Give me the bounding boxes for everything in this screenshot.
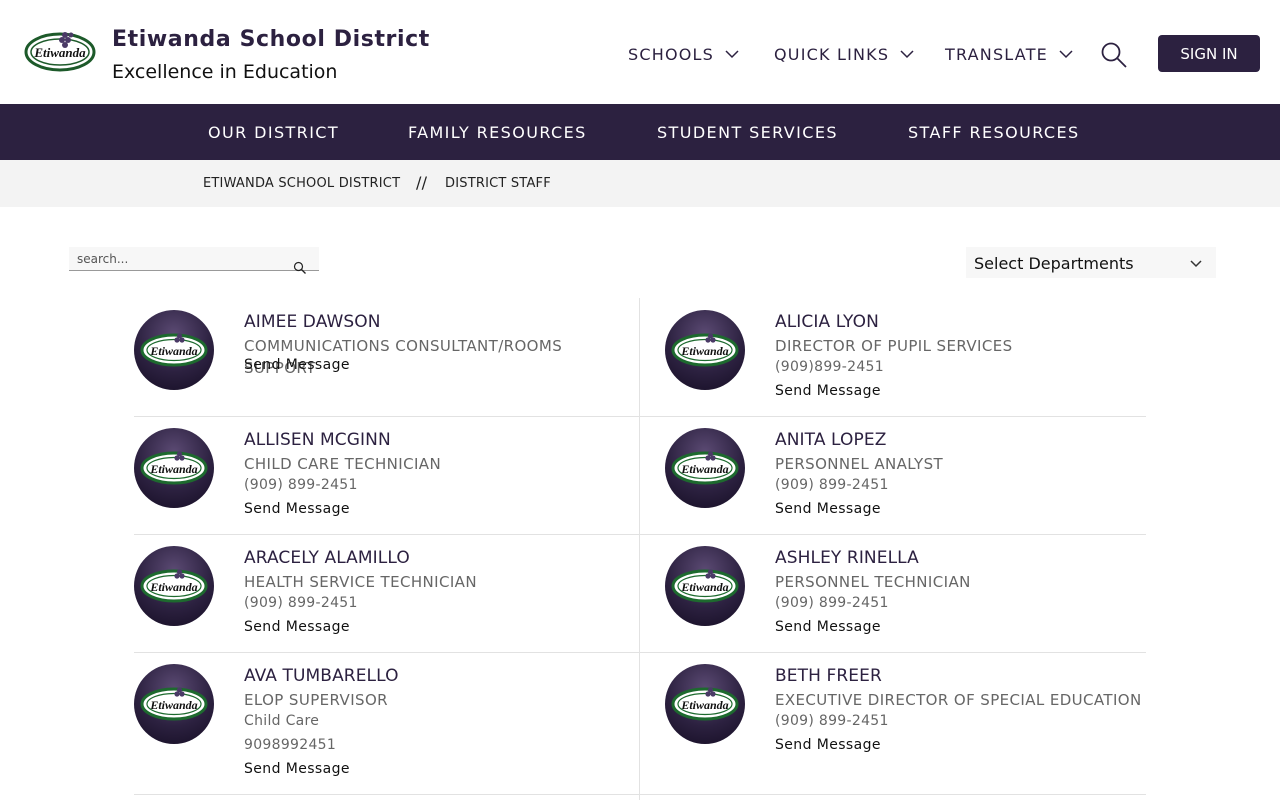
send-message-link[interactable]: Send Message xyxy=(775,737,881,753)
staff-title: EXECUTIVE DIRECTOR OF SPECIAL EDUCATION xyxy=(775,691,1142,709)
main-nav-student-services[interactable]: STUDENT SERVICES xyxy=(657,123,838,142)
svg-text:Etiwanda: Etiwanda xyxy=(149,344,197,358)
chevron-down-icon xyxy=(725,50,739,59)
breadcrumb: ETIWANDA SCHOOL DISTRICT // DISTRICT STA… xyxy=(0,160,1280,207)
staff-name[interactable]: ASHLEY RINELLA xyxy=(775,548,919,568)
main-nav-our-district[interactable]: OUR DISTRICT xyxy=(208,123,339,142)
chevron-down-icon xyxy=(900,50,914,59)
avatar: Etiwanda xyxy=(665,428,745,508)
district-logo-icon: Etiwanda xyxy=(671,333,739,367)
staff-search-input[interactable] xyxy=(77,250,287,268)
staff-search xyxy=(69,247,319,274)
column-divider xyxy=(639,298,640,800)
nav-translate[interactable]: TRANSLATE xyxy=(945,42,1074,66)
logo-text: Etiwanda xyxy=(33,45,86,60)
avatar: Etiwanda xyxy=(134,310,214,390)
avatar: Etiwanda xyxy=(665,310,745,390)
svg-text:Etiwanda: Etiwanda xyxy=(680,580,728,594)
send-message-link[interactable]: Send Message xyxy=(244,619,350,635)
sign-in-button[interactable]: SIGN IN xyxy=(1158,35,1260,72)
staff-name[interactable]: ALLISEN MCGINN xyxy=(244,430,391,450)
main-nav-family-resources[interactable]: FAMILY RESOURCES xyxy=(408,123,587,142)
staff-name[interactable]: BETH FREER xyxy=(775,666,882,686)
staff-title: ELOP SUPERVISOR xyxy=(244,691,388,709)
nav-translate-label: TRANSLATE xyxy=(945,44,1048,64)
department-select-label: Select Departments xyxy=(974,254,1134,273)
avatar: Etiwanda xyxy=(134,428,214,508)
breadcrumb-separator: // xyxy=(416,173,428,192)
district-logo-icon: Etiwanda xyxy=(140,451,208,485)
staff-phone: 9098992451 xyxy=(244,737,337,753)
staff-phone: (909) 899-2451 xyxy=(775,713,889,729)
staff-title: PERSONNEL ANALYST xyxy=(775,455,944,473)
send-message-link[interactable]: Send Message xyxy=(775,501,881,517)
avatar: Etiwanda xyxy=(665,664,745,744)
staff-name[interactable]: ALICIA LYON xyxy=(775,312,879,332)
staff-title: DIRECTOR OF PUPIL SERVICES xyxy=(775,337,1013,355)
breadcrumb-home-link[interactable]: ETIWANDA SCHOOL DISTRICT xyxy=(203,176,400,191)
svg-text:Etiwanda: Etiwanda xyxy=(149,580,197,594)
staff-phone: (909) 899-2451 xyxy=(775,477,889,493)
staff-title: PERSONNEL TECHNICIAN xyxy=(775,573,971,591)
staff-name[interactable]: ARACELY ALAMILLO xyxy=(244,548,410,568)
avatar: Etiwanda xyxy=(665,546,745,626)
svg-text:Etiwanda: Etiwanda xyxy=(680,462,728,476)
staff-phone: (909) 899-2451 xyxy=(244,595,358,611)
send-message-link[interactable]: Send Message xyxy=(244,761,350,777)
staff-title: HEALTH SERVICE TECHNICIAN xyxy=(244,573,477,591)
row-divider xyxy=(134,794,1146,795)
site-title[interactable]: Etiwanda School District xyxy=(112,27,430,52)
main-nav-staff-resources[interactable]: STAFF RESOURCES xyxy=(908,123,1080,142)
site-header: Etiwanda Etiwanda School District Excell… xyxy=(0,0,1280,104)
svg-text:Etiwanda: Etiwanda xyxy=(680,698,728,712)
send-message-link[interactable]: Send Message xyxy=(775,383,881,399)
row-divider xyxy=(134,534,1146,535)
staff-department: Child Care xyxy=(244,713,320,729)
send-message-link[interactable]: Send Message xyxy=(244,357,350,373)
department-select[interactable]: Select Departments xyxy=(966,247,1216,278)
nav-quick-links-label: QUICK LINKS xyxy=(774,44,890,64)
svg-text:Etiwanda: Etiwanda xyxy=(149,462,197,476)
district-logo-icon: Etiwanda xyxy=(671,687,739,721)
district-logo-icon: Etiwanda xyxy=(671,569,739,603)
row-divider xyxy=(134,652,1146,653)
nav-schools-label: SCHOOLS xyxy=(628,44,715,64)
nav-quick-links[interactable]: QUICK LINKS xyxy=(774,42,915,66)
avatar: Etiwanda xyxy=(134,664,214,744)
svg-text:Etiwanda: Etiwanda xyxy=(680,344,728,358)
nav-schools[interactable]: SCHOOLS xyxy=(628,42,740,66)
send-message-link[interactable]: Send Message xyxy=(244,501,350,517)
main-nav: OUR DISTRICT FAMILY RESOURCES STUDENT SE… xyxy=(0,104,1280,160)
staff-title: CHILD CARE TECHNICIAN xyxy=(244,455,442,473)
search-button[interactable] xyxy=(1100,41,1128,69)
svg-text:Etiwanda: Etiwanda xyxy=(149,698,197,712)
staff-phone: (909)899-2451 xyxy=(775,359,884,375)
chevron-down-icon xyxy=(1190,260,1202,268)
row-divider xyxy=(134,416,1146,417)
district-logo-icon: Etiwanda xyxy=(140,687,208,721)
staff-phone: (909) 899-2451 xyxy=(244,477,358,493)
staff-phone: (909) 899-2451 xyxy=(775,595,889,611)
district-logo-icon: Etiwanda xyxy=(140,569,208,603)
district-logo[interactable]: Etiwanda xyxy=(24,30,96,74)
district-logo-icon: Etiwanda xyxy=(671,451,739,485)
staff-name[interactable]: ANITA LOPEZ xyxy=(775,430,886,450)
search-icon[interactable] xyxy=(293,261,307,275)
breadcrumb-current: DISTRICT STAFF xyxy=(445,176,551,191)
staff-name[interactable]: AVA TUMBARELLO xyxy=(244,666,399,686)
site-tagline: Excellence in Education xyxy=(112,61,338,83)
chevron-down-icon xyxy=(1059,50,1073,59)
avatar: Etiwanda xyxy=(134,546,214,626)
search-icon xyxy=(1101,42,1127,68)
send-message-link[interactable]: Send Message xyxy=(775,619,881,635)
staff-name[interactable]: AIMEE DAWSON xyxy=(244,312,381,332)
district-logo-icon: Etiwanda xyxy=(140,333,208,367)
